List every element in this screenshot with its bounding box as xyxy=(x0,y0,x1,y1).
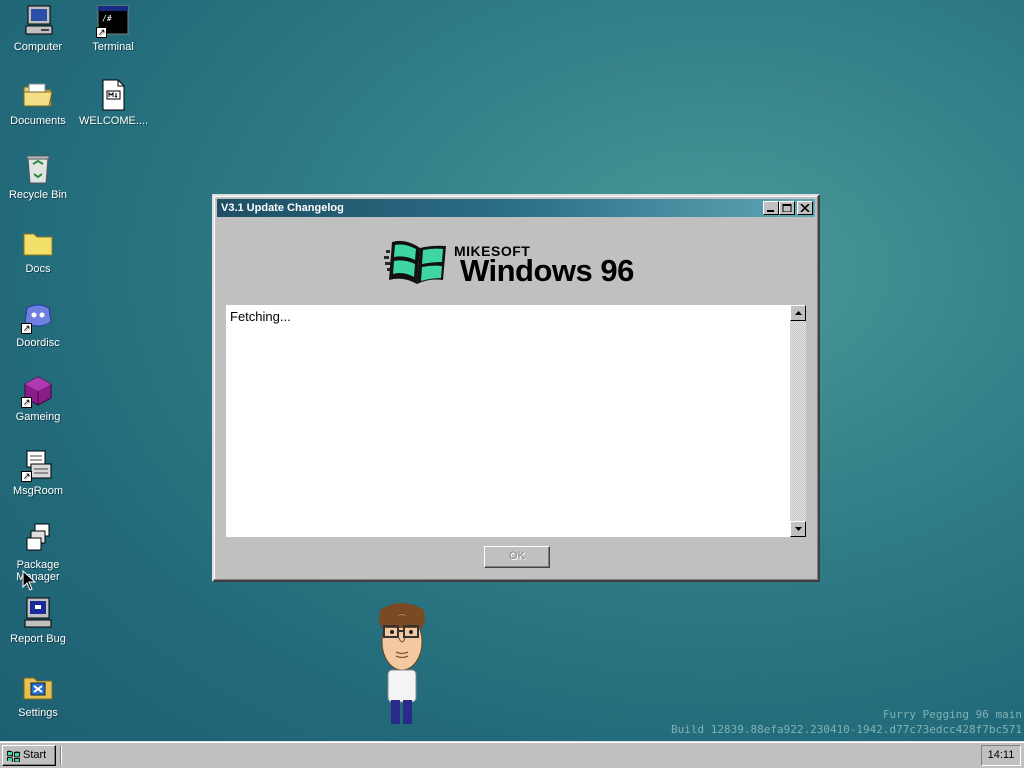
maximize-button[interactable] xyxy=(779,201,795,215)
game-cube-icon: ↗ xyxy=(21,374,55,408)
taskbar: Start 14:11 xyxy=(0,741,1024,768)
desktop-icon-recycle-bin[interactable]: Recycle Bin xyxy=(2,152,74,201)
settings-icon xyxy=(21,670,55,704)
desktop-icon-label: MsgRoom xyxy=(12,485,64,497)
system-tray-clock[interactable]: 14:11 xyxy=(981,745,1021,766)
desktop-icon-label: Computer xyxy=(13,41,63,53)
desktop-icon-label: Docs xyxy=(25,263,51,275)
scroll-down-button[interactable] xyxy=(790,521,806,537)
changelog-window[interactable]: V3.1 Update Changelog MIKESOFT Windows 9… xyxy=(212,194,820,582)
markdown-file-icon xyxy=(96,78,130,112)
watermark-line2: Build 12839.88efa922.230410-1942.d77c73e… xyxy=(671,723,1022,736)
shortcut-arrow-icon: ↗ xyxy=(21,323,32,334)
desktop-icon-msgroom[interactable]: ↗ MsgRoom xyxy=(2,448,74,497)
desktop-icon-label: Terminal xyxy=(92,41,134,53)
changelog-textarea[interactable]: Fetching... xyxy=(226,305,806,537)
report-bug-icon xyxy=(21,596,55,630)
desktop-icon-label: Report Bug xyxy=(10,633,66,645)
minimize-button[interactable] xyxy=(763,201,779,215)
build-watermark: Furry Pegging 96 main Build 12839.88efa9… xyxy=(671,707,1022,737)
msgroom-icon: ↗ xyxy=(21,448,55,482)
assistant-character[interactable] xyxy=(372,600,432,728)
arrow-up-icon xyxy=(795,311,802,315)
desktop-icon-documents[interactable]: Documents xyxy=(2,78,74,127)
desktop-icon-label: WELCOME.... xyxy=(79,115,149,127)
recycle-bin-icon xyxy=(21,152,55,186)
shortcut-arrow-icon: ↗ xyxy=(21,471,32,482)
maximize-icon xyxy=(782,204,792,212)
desktop-icon-label: Recycle Bin xyxy=(8,189,68,201)
close-button[interactable] xyxy=(797,201,813,215)
desktop-icon-label: Package Manager xyxy=(16,559,60,583)
desktop-icon-label: Gameing xyxy=(15,411,61,423)
clock-time: 14:11 xyxy=(987,749,1015,761)
ok-button[interactable]: OK xyxy=(484,546,550,568)
computer-icon xyxy=(21,4,55,38)
desktop-icon-computer[interactable]: Computer xyxy=(2,4,74,53)
desktop-icon-terminal[interactable]: /# ↗ Terminal xyxy=(77,4,149,53)
arrow-down-icon xyxy=(795,527,802,531)
doordisc-icon: ↗ xyxy=(21,300,55,334)
taskbar-separator xyxy=(60,746,62,765)
shortcut-arrow-icon: ↗ xyxy=(96,27,107,38)
svg-text:/#: /# xyxy=(102,14,112,23)
package-icon xyxy=(21,522,55,556)
start-button[interactable]: Start xyxy=(2,745,56,766)
scroll-up-button[interactable] xyxy=(790,305,806,321)
changelog-text: Fetching... xyxy=(230,309,291,324)
desktop-icon-docs[interactable]: Docs xyxy=(2,226,74,275)
desktop-icon-report-bug[interactable]: Report Bug xyxy=(2,596,74,645)
desktop-icon-welcome[interactable]: WELCOME.... xyxy=(77,78,149,127)
mouse-cursor-icon xyxy=(22,570,36,591)
vertical-scrollbar[interactable] xyxy=(790,305,806,537)
folder-icon xyxy=(21,226,55,260)
minimize-icon xyxy=(767,210,774,212)
desktop-icon-package-manager[interactable]: Package Manager xyxy=(2,522,74,583)
desktop-icon-doordisc[interactable]: ↗ Doordisc xyxy=(2,300,74,349)
terminal-icon: /# ↗ xyxy=(96,4,130,38)
start-logo-icon xyxy=(7,750,20,762)
windows96-logo: MIKESOFT Windows 96 xyxy=(384,234,654,290)
close-icon xyxy=(800,204,810,212)
windows-flag-icon xyxy=(384,240,446,284)
window-titlebar[interactable]: V3.1 Update Changelog xyxy=(217,199,815,217)
folder-open-icon xyxy=(21,78,55,112)
shortcut-arrow-icon: ↗ xyxy=(21,397,32,408)
desktop-icon-gameing[interactable]: ↗ Gameing xyxy=(2,374,74,423)
logo-product: Windows 96 xyxy=(460,253,634,288)
desktop-icon-label: Documents xyxy=(10,115,66,127)
desktop-icon-settings[interactable]: Settings xyxy=(2,670,74,719)
desktop-icon-label: Settings xyxy=(18,707,58,719)
start-label: Start xyxy=(23,749,47,761)
watermark-line1: Furry Pegging 96 main xyxy=(882,708,1022,721)
window-title: V3.1 Update Changelog xyxy=(221,202,344,214)
desktop-icon-label: Doordisc xyxy=(16,337,60,349)
